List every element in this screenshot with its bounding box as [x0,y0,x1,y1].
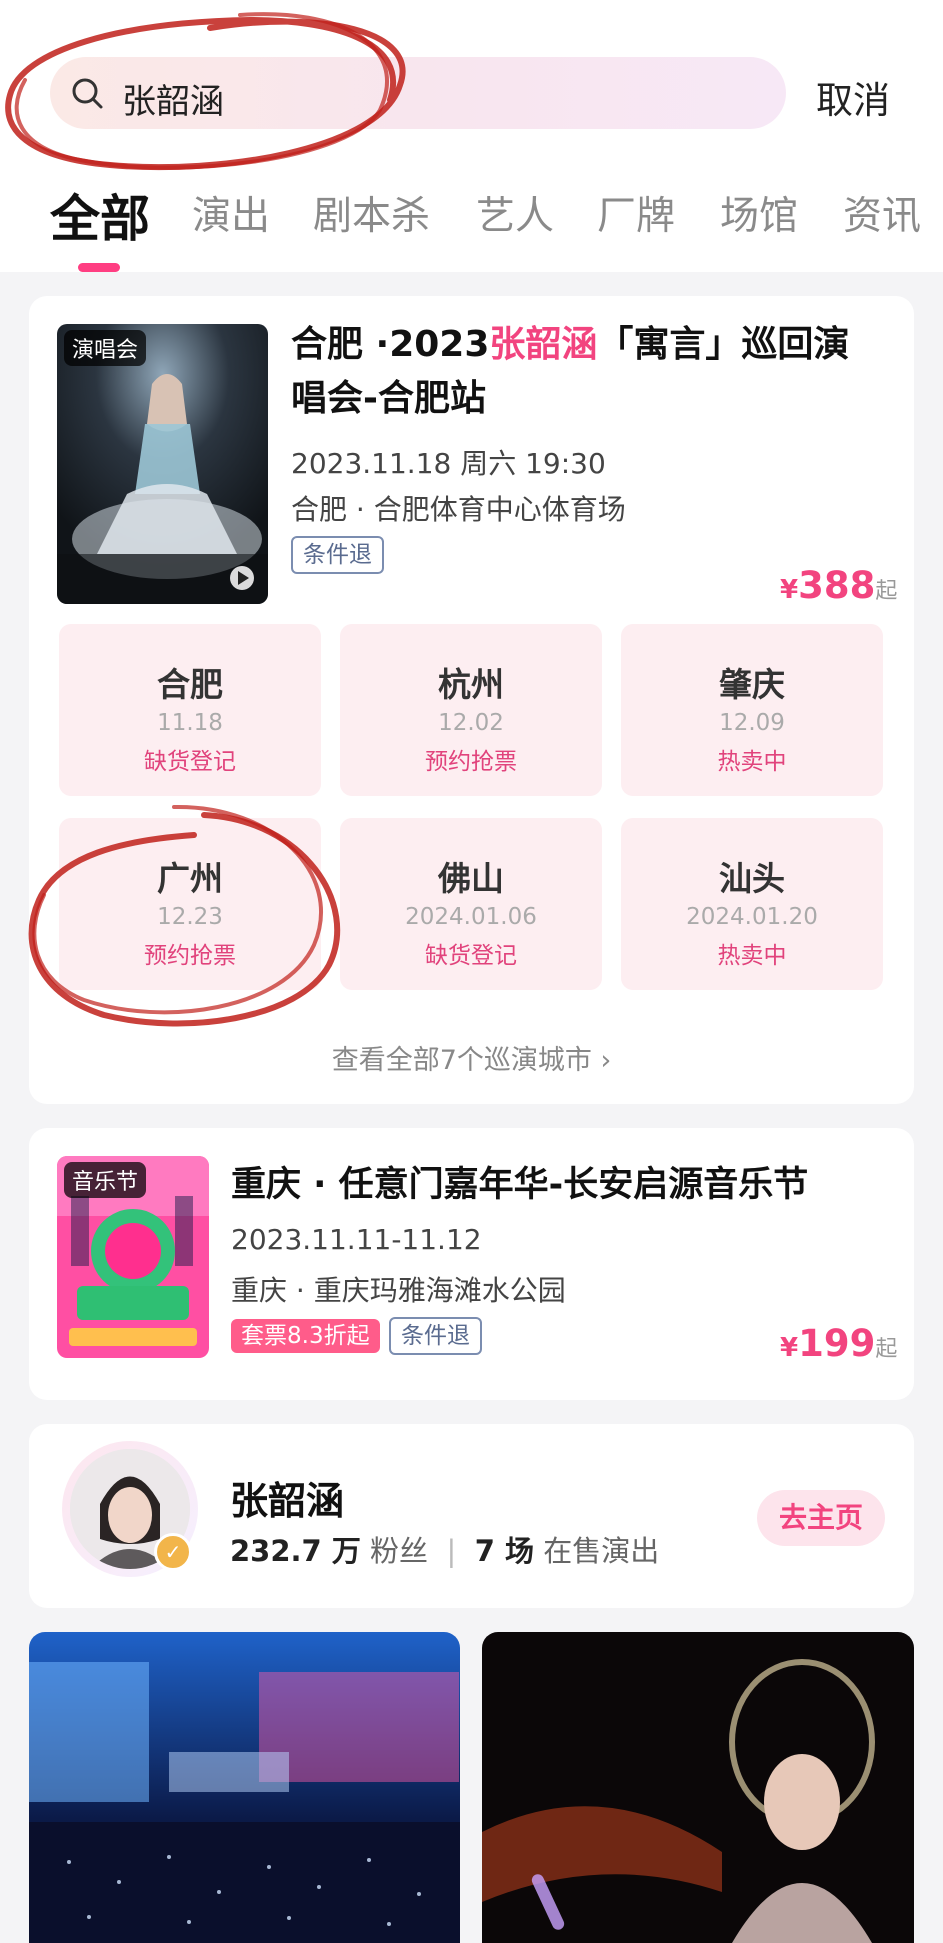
tab-all[interactable]: 全部 [50,179,150,251]
city-status: 预约抢票 [144,943,236,969]
city-tile-hangzhou[interactable]: 杭州 12.02 预约抢票 [340,624,602,796]
concert-title[interactable]: 合肥 ·2023张韶涵「寓言」巡回演唱会-合肥站 [291,318,881,426]
city-tile-shantou[interactable]: 汕头 2024.01.20 热卖中 [621,818,883,990]
city-tile-guangzhou[interactable]: 广州 12.23 预约抢票 [59,818,321,990]
festival-price: ¥199起 [780,1322,898,1365]
concert-poster[interactable]: 演唱会 [57,324,268,604]
city-name: 佛山 [438,859,504,898]
verified-icon: ✓ [154,1533,192,1571]
photo-card-right[interactable] [482,1632,914,1943]
concert-photo-left [29,1632,460,1943]
artist-avatar[interactable]: ✓ [62,1441,198,1577]
city-name: 肇庆 [719,665,785,704]
refund-tag: 条件退 [291,536,384,574]
fans-count: 232.7 万 [230,1534,361,1568]
city-name: 汕头 [719,859,785,898]
tab-venues[interactable]: 场馆 [720,185,798,241]
city-date: 2024.01.06 [405,904,537,930]
artist-stats: 232.7 万 粉丝 | 7 场 在售演出 [230,1528,659,1570]
tab-artists[interactable]: 艺人 [476,185,554,241]
city-date: 12.02 [438,710,504,736]
cancel-button[interactable]: 取消 [816,70,890,124]
city-date: 11.18 [157,710,223,736]
tab-news[interactable]: 资讯 [843,185,921,241]
festival-datetime: 2023.11.11-11.12 [231,1223,482,1256]
view-all-cities-link[interactable]: 查看全部7个巡演城市 › [29,1038,914,1077]
city-tile-zhaoqing[interactable]: 肇庆 12.09 热卖中 [621,624,883,796]
festival-card[interactable]: 音乐节 重庆 · 任意门嘉年华-长安启源音乐节 2023.11.11-11.12… [29,1128,914,1400]
festival-venue: 重庆 · 重庆玛雅海滩水公园 [231,1274,566,1307]
stats-separator: | [446,1534,457,1568]
city-date: 12.23 [157,904,223,930]
category-tabs: 全部 演出 剧本杀 艺人 厂牌 场馆 资讯 [0,185,943,248]
city-tile-hefei[interactable]: 合肥 11.18 缺货登记 [59,624,321,796]
city-tile-foshan[interactable]: 佛山 2024.01.06 缺货登记 [340,818,602,990]
city-name: 杭州 [438,665,504,704]
photo-card-left[interactable] [29,1632,460,1943]
concert-poster-image [57,324,268,604]
festival-title[interactable]: 重庆 · 任意门嘉年华-长安启源音乐节 [231,1158,891,1212]
top-bar: 张韶涵 取消 全部 演出 剧本杀 艺人 厂牌 场馆 资讯 [0,0,943,272]
go-homepage-button[interactable]: 去主页 [757,1490,885,1546]
tab-shows[interactable]: 演出 [192,185,270,241]
concert-badge: 演唱会 [64,330,147,366]
city-name: 广州 [157,859,223,898]
search-input[interactable]: 张韶涵 [122,74,224,123]
city-status: 热卖中 [717,943,787,969]
fans-label: 粉丝 [370,1534,429,1568]
concert-price: ¥388起 [780,564,898,607]
city-status: 热卖中 [717,749,787,775]
city-name: 合肥 [157,665,223,704]
tab-labels[interactable]: 厂牌 [597,185,675,241]
festival-badge: 音乐节 [64,1162,147,1198]
shows-label: 在售演出 [543,1534,660,1568]
shows-count: 7 场 [474,1534,534,1568]
festival-poster[interactable]: 音乐节 [57,1156,209,1358]
city-status: 预约抢票 [425,749,517,775]
city-date: 12.09 [719,710,785,736]
concert-venue: 合肥 · 合肥体育中心体育场 [291,493,626,526]
concert-datetime: 2023.11.18 周六 19:30 [291,447,606,480]
concert-photo-right [482,1632,914,1943]
discount-tag: 套票8.3折起 [231,1319,380,1353]
highlight-keyword: 张韶涵 [489,324,598,365]
tab-script-murder[interactable]: 剧本杀 [313,185,430,241]
artist-name[interactable]: 张韶涵 [230,1470,344,1525]
tab-indicator [78,263,120,272]
refund-tag: 条件退 [389,1317,482,1355]
city-status: 缺货登记 [425,943,517,969]
search-bar[interactable]: 张韶涵 [50,57,786,129]
city-status: 缺货登记 [144,749,236,775]
search-icon [72,78,103,109]
concert-card[interactable]: 演唱会 合肥 ·2023张韶涵「寓言」巡回演唱会-合肥站 2023.11.18 … [29,296,914,1104]
city-date: 2024.01.20 [686,904,818,930]
